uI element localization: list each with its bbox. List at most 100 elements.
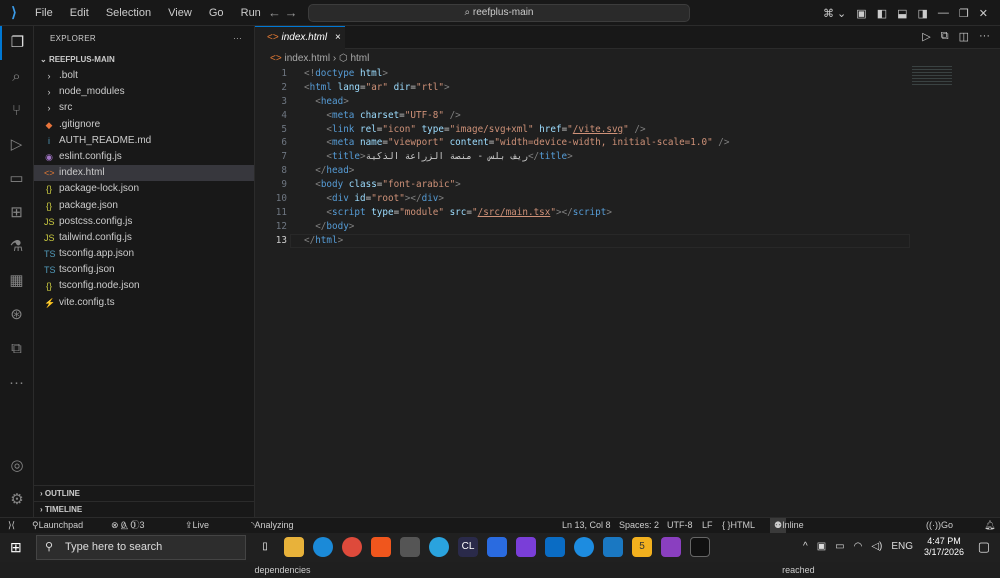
back-icon[interactable]: ← — [268, 5, 281, 20]
outline-section[interactable]: › OUTLINE — [34, 485, 255, 501]
terminal-icon[interactable] — [690, 537, 710, 557]
minimap[interactable] — [912, 66, 952, 86]
file-item[interactable]: TS tsconfig.json — [34, 262, 254, 278]
run-icon[interactable]: ▷ — [922, 30, 930, 43]
code-editor[interactable]: 1 <!doctype html> 2 <html lang="ar" dir="rt… — [255, 67, 730, 248]
breadcrumb-file[interactable]: index.html — [284, 53, 330, 64]
docker-icon[interactable] — [574, 537, 594, 557]
vs-preview-icon[interactable] — [661, 537, 681, 557]
file-item[interactable]: › node_modules — [34, 84, 254, 100]
toggle-panel-icon[interactable]: ⬓ — [897, 7, 907, 20]
app-5-icon[interactable]: 5 — [632, 537, 652, 557]
command-center-search[interactable]: ⌕ reefplus-main — [308, 4, 690, 22]
forward-icon[interactable]: → — [285, 5, 298, 20]
copilot-icon[interactable]: ⌘ ⌄ — [823, 7, 846, 20]
indentation[interactable]: Spaces: 2 — [619, 518, 659, 533]
layout-icon[interactable]: ▣ — [856, 7, 866, 20]
menu-run[interactable]: Run — [241, 7, 261, 19]
menu-go[interactable]: Go — [209, 7, 224, 19]
file-item[interactable]: <> index.html — [34, 165, 254, 182]
windows-start-icon[interactable]: ⊞ — [10, 539, 22, 556]
problems-button[interactable]: ⊗ 0 △ 0 ⓘ 3 — [111, 518, 145, 533]
clock[interactable]: 4:47 PM 3/17/2026 — [924, 536, 964, 558]
menu-view[interactable]: View — [168, 7, 192, 19]
file-item[interactable]: {} package-lock.json — [34, 181, 254, 197]
more-actions-icon[interactable]: ··· — [979, 30, 990, 43]
run-debug-icon[interactable]: ▷ — [0, 128, 33, 162]
close-icon[interactable]: ✕ — [979, 7, 988, 20]
file-item[interactable]: i AUTH_README.md — [34, 133, 254, 149]
folder-root[interactable]: ⌄ REEFPLUS-MAIN — [34, 52, 254, 68]
store-icon[interactable] — [400, 537, 420, 557]
language-mode[interactable]: { } HTML — [722, 518, 755, 533]
code-token: src — [443, 206, 467, 218]
file-item[interactable]: JS postcss.config.js — [34, 214, 254, 230]
file-item[interactable]: JS tailwind.config.js — [34, 230, 254, 246]
code-token: ></ — [404, 193, 422, 205]
minimize-icon[interactable]: — — [938, 7, 949, 19]
file-explorer-icon[interactable] — [284, 537, 304, 557]
remote-explorer-icon[interactable]: ▭ — [0, 162, 33, 196]
tab-close-icon[interactable]: × — [335, 32, 341, 43]
split-editor-icon[interactable]: ◫ — [959, 30, 969, 43]
copilot-quota-status[interactable]: ⚉ Inline suggestions quota reached — [770, 518, 830, 575]
extensions-icon[interactable]: ⊞ — [0, 196, 33, 230]
telegram-icon[interactable] — [429, 537, 449, 557]
xmind-icon[interactable] — [487, 537, 507, 557]
file-item[interactable]: ⚡ vite.config.ts — [34, 295, 254, 311]
file-item[interactable]: {} tsconfig.node.json — [34, 278, 254, 294]
settings-gear-icon[interactable]: ⚙ — [0, 483, 34, 517]
tray-chevron-icon[interactable]: ^ — [803, 541, 808, 552]
vscode-taskbar-icon[interactable] — [545, 537, 565, 557]
toggle-secondary-icon[interactable]: ◨ — [918, 7, 928, 20]
file-item[interactable]: › src — [34, 100, 254, 116]
explorer-icon[interactable]: ❐ — [0, 26, 33, 60]
breadcrumb-node[interactable]: html — [350, 53, 369, 64]
more-actions-icon[interactable]: ··· — [233, 26, 242, 52]
app-icon[interactable] — [603, 537, 623, 557]
file-item[interactable]: {} package.json — [34, 198, 254, 214]
visual-studio-icon[interactable] — [516, 537, 536, 557]
open-preview-icon[interactable]: ⧉ — [941, 30, 949, 43]
menu-file[interactable]: File — [35, 7, 53, 19]
chrome-icon[interactable] — [342, 537, 362, 557]
source-control-icon[interactable]: ⑂ — [0, 94, 33, 128]
tray-app-icon[interactable]: ▣ — [817, 541, 826, 552]
notifications-icon[interactable]: 🔔︎ — [984, 518, 995, 533]
file-item[interactable]: TS tsconfig.app.json — [34, 246, 254, 262]
file-item[interactable]: ◉ eslint.config.js — [34, 149, 254, 165]
edge-icon[interactable] — [313, 537, 333, 557]
clion-icon[interactable]: CL — [458, 537, 478, 557]
battery-icon[interactable]: ▭ — [835, 541, 844, 552]
search-icon[interactable]: ⌕ — [0, 60, 33, 94]
toggle-sidebar-icon[interactable]: ◧ — [877, 7, 887, 20]
remote-icon[interactable]: ⟩⟨ — [8, 518, 15, 533]
brave-icon[interactable] — [371, 537, 391, 557]
input-language[interactable]: ENG — [891, 541, 913, 552]
tab-index-html[interactable]: <> index.html × — [255, 26, 345, 49]
account-icon[interactable]: ◎ — [0, 449, 34, 483]
go-live-button[interactable]: ((·)) Go Live — [926, 518, 958, 545]
file-item[interactable]: › .bolt — [34, 68, 254, 84]
line-ending[interactable]: LF — [702, 518, 713, 533]
project-manager-icon[interactable]: ⧉ — [0, 332, 33, 366]
more-icon[interactable]: ··· — [0, 366, 33, 400]
file-item[interactable]: ◆ .gitignore — [34, 117, 254, 133]
cursor-position[interactable]: Ln 13, Col 8 — [562, 518, 611, 533]
launchpad-button[interactable]: ⚲ Launchpad — [32, 518, 83, 533]
containers-icon[interactable]: ▦ — [0, 264, 33, 298]
volume-icon[interactable]: ◁) — [871, 541, 882, 552]
taskbar-search[interactable]: ⚲ Type here to search — [36, 535, 246, 560]
notification-center-icon[interactable]: ▢ — [978, 539, 990, 555]
live-share-button[interactable]: ⇪ Live Share — [185, 518, 217, 545]
task-view-icon[interactable]: ▯ — [255, 537, 275, 557]
maximize-icon[interactable]: ❐ — [959, 7, 969, 20]
git-graph-icon[interactable]: ⊛ — [0, 298, 33, 332]
testing-icon[interactable]: ⚗ — [0, 230, 33, 264]
encoding[interactable]: UTF-8 — [667, 518, 693, 533]
timeline-section[interactable]: › TIMELINE — [34, 501, 255, 517]
menu-selection[interactable]: Selection — [106, 7, 151, 19]
menu-edit[interactable]: Edit — [70, 7, 89, 19]
wifi-icon[interactable]: ◠ — [854, 541, 863, 552]
